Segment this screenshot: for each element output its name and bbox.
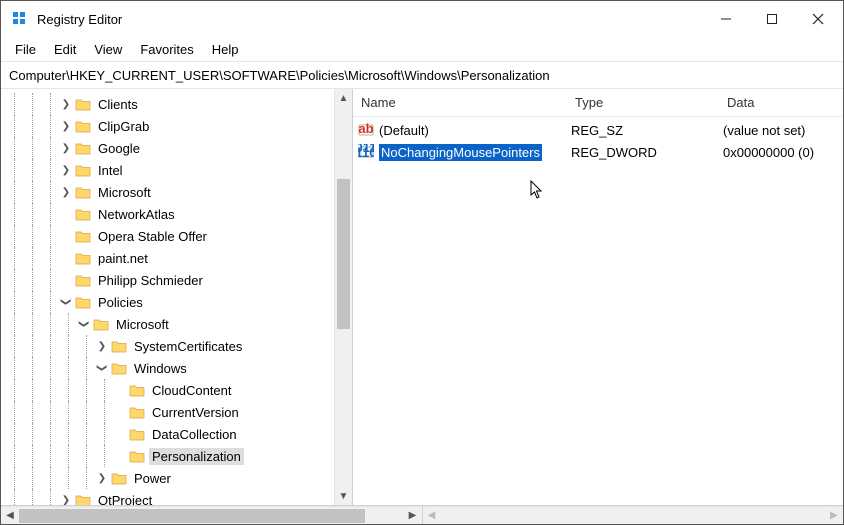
chevron-down-icon[interactable]: ❯ (95, 361, 109, 375)
chevron-down-icon[interactable]: ❯ (59, 295, 73, 309)
menu-file[interactable]: File (7, 40, 44, 59)
chevron-right-icon[interactable]: ❯ (59, 185, 73, 199)
value-name: NoChangingMousePointers (379, 144, 542, 161)
tree-item-cloudcontent[interactable]: CloudContent (5, 379, 334, 401)
maximize-button[interactable] (749, 3, 795, 35)
menu-edit[interactable]: Edit (46, 40, 84, 59)
list-item[interactable]: ab (Default) REG_SZ (value not set) (353, 119, 843, 141)
window-title: Registry Editor (37, 12, 703, 27)
address-bar[interactable]: Computer\HKEY_CURRENT_USER\SOFTWARE\Poli… (1, 61, 843, 89)
minimize-button[interactable] (703, 3, 749, 35)
scroll-thumb[interactable] (19, 509, 365, 523)
menu-help[interactable]: Help (204, 40, 247, 59)
tree-pane: ❯Clients ❯ClipGrab ❯Google ❯Intel ❯Micro… (1, 89, 353, 505)
tree-horizontal-scrollbar[interactable]: ◀ ▶ (1, 506, 423, 524)
svg-text:ab: ab (358, 122, 373, 136)
folder-icon (111, 339, 127, 353)
chevron-right-icon[interactable]: ❯ (59, 493, 73, 505)
tree-item-datacollection[interactable]: DataCollection (5, 423, 334, 445)
column-name[interactable]: Name (353, 95, 567, 110)
tree-item-intel[interactable]: ❯Intel (5, 159, 334, 181)
chevron-down-icon[interactable]: ❯ (77, 317, 91, 331)
close-button[interactable] (795, 3, 841, 35)
folder-icon (129, 383, 145, 397)
folder-icon (75, 163, 91, 177)
folder-icon (75, 185, 91, 199)
folder-icon (111, 361, 127, 375)
list-header: Name Type Data (353, 89, 843, 117)
bottom-scrollbars: ◀ ▶ ◀ ▶ (1, 506, 843, 524)
chevron-right-icon[interactable]: ❯ (95, 471, 109, 485)
tree-item-opera[interactable]: Opera Stable Offer (5, 225, 334, 247)
window-controls (703, 3, 841, 35)
scroll-right-arrow-icon[interactable]: ▶ (825, 507, 843, 525)
tree-view[interactable]: ❯Clients ❯ClipGrab ❯Google ❯Intel ❯Micro… (1, 89, 334, 505)
value-type: REG_DWORD (571, 145, 657, 160)
folder-icon (129, 449, 145, 463)
tree-item-paintnet[interactable]: paint.net (5, 247, 334, 269)
list-body[interactable]: ab (Default) REG_SZ (value not set) 0111… (353, 117, 843, 505)
address-text: Computer\HKEY_CURRENT_USER\SOFTWARE\Poli… (9, 68, 550, 83)
folder-icon (111, 471, 127, 485)
tree-item-clipgrab[interactable]: ❯ClipGrab (5, 115, 334, 137)
chevron-right-icon[interactable]: ❯ (95, 339, 109, 353)
folder-icon (75, 119, 91, 133)
column-data[interactable]: Data (719, 95, 843, 110)
tree-item-schmieder[interactable]: Philipp Schmieder (5, 269, 334, 291)
menu-view[interactable]: View (86, 40, 130, 59)
registry-editor-window: Registry Editor File Edit View Favorites… (0, 0, 844, 525)
folder-icon (75, 295, 91, 309)
scroll-up-arrow-icon[interactable]: ▲ (335, 89, 352, 107)
tree-item-otproject[interactable]: ❯OtProject (5, 489, 334, 505)
list-horizontal-scrollbar[interactable]: ◀ ▶ (423, 506, 844, 524)
menubar: File Edit View Favorites Help (1, 37, 843, 61)
folder-icon (75, 229, 91, 243)
tree-item-microsoft[interactable]: ❯Microsoft (5, 181, 334, 203)
titlebar: Registry Editor (1, 1, 843, 37)
chevron-right-icon[interactable]: ❯ (59, 97, 73, 111)
tree-item-systemcertificates[interactable]: ❯SystemCertificates (5, 335, 334, 357)
value-data: (value not set) (723, 123, 805, 138)
chevron-right-icon[interactable]: ❯ (59, 141, 73, 155)
value-type: REG_SZ (571, 123, 623, 138)
folder-icon (75, 141, 91, 155)
value-data: 0x00000000 (0) (723, 145, 814, 160)
scroll-thumb[interactable] (337, 179, 350, 329)
folder-icon (75, 251, 91, 265)
folder-icon (93, 317, 109, 331)
folder-icon (75, 493, 91, 505)
scroll-right-arrow-icon[interactable]: ▶ (404, 507, 422, 525)
tree-item-clients[interactable]: ❯Clients (5, 93, 334, 115)
tree-item-google[interactable]: ❯Google (5, 137, 334, 159)
value-name: (Default) (379, 123, 429, 138)
tree-item-power[interactable]: ❯Power (5, 467, 334, 489)
tree-item-networkatlas[interactable]: NetworkAtlas (5, 203, 334, 225)
column-type[interactable]: Type (567, 95, 719, 110)
string-value-icon: ab (357, 121, 375, 139)
tree-vertical-scrollbar[interactable]: ▲ ▼ (334, 89, 352, 505)
menu-favorites[interactable]: Favorites (132, 40, 201, 59)
chevron-right-icon[interactable]: ❯ (59, 163, 73, 177)
tree-item-currentversion[interactable]: CurrentVersion (5, 401, 334, 423)
folder-icon (129, 427, 145, 441)
folder-icon (75, 97, 91, 111)
scroll-left-arrow-icon[interactable]: ◀ (423, 507, 441, 525)
values-pane: Name Type Data ab (Default) REG_SZ (valu… (353, 89, 843, 505)
folder-icon (75, 207, 91, 221)
tree-item-windows[interactable]: ❯Windows (5, 357, 334, 379)
scroll-left-arrow-icon[interactable]: ◀ (1, 507, 19, 525)
folder-icon (75, 273, 91, 287)
tree-item-policies-microsoft[interactable]: ❯Microsoft (5, 313, 334, 335)
chevron-right-icon[interactable]: ❯ (59, 119, 73, 133)
tree-item-policies[interactable]: ❯Policies (5, 291, 334, 313)
list-item[interactable]: 011110 NoChangingMousePointers REG_DWORD… (353, 141, 843, 163)
svg-text:110: 110 (358, 145, 374, 160)
app-icon (11, 10, 29, 28)
folder-icon (129, 405, 145, 419)
binary-value-icon: 011110 (357, 143, 375, 161)
content-area: ❯Clients ❯ClipGrab ❯Google ❯Intel ❯Micro… (1, 89, 843, 506)
tree-item-personalization[interactable]: Personalization (5, 445, 334, 467)
scroll-down-arrow-icon[interactable]: ▼ (335, 487, 352, 505)
